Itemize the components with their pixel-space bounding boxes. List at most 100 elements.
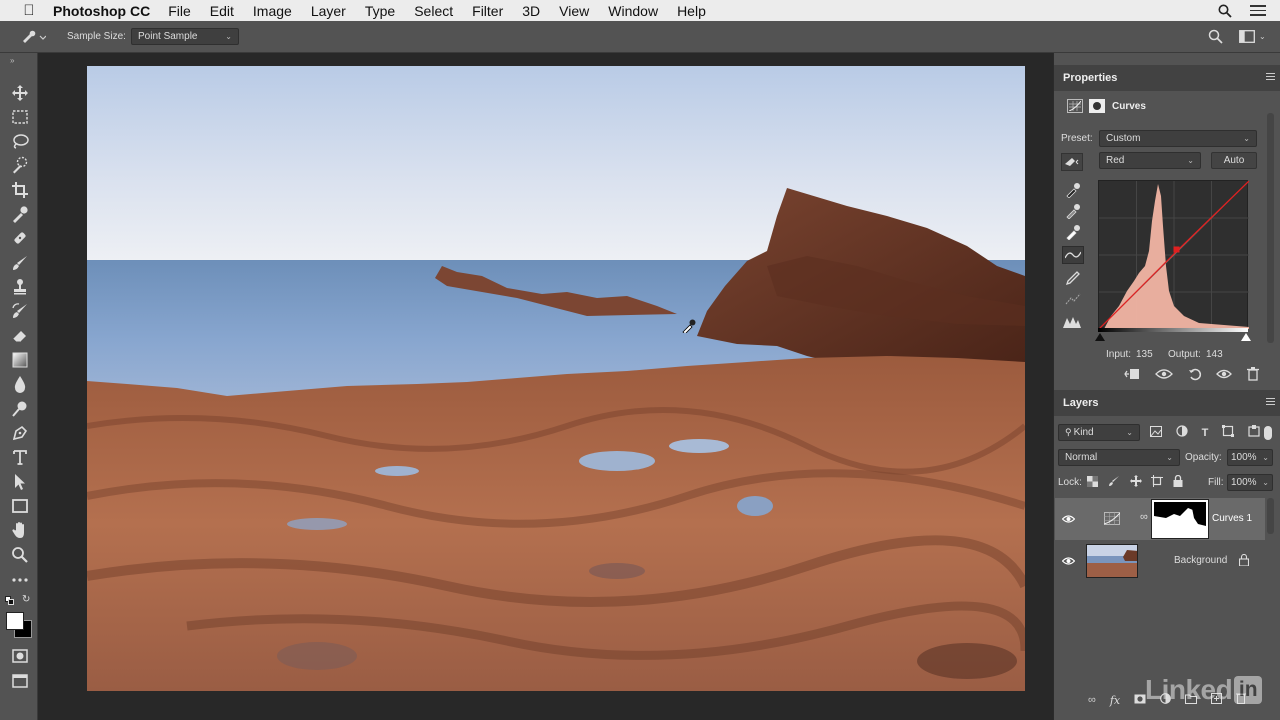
foreground-color-swatch[interactable] bbox=[6, 612, 24, 630]
layer-mask-icon[interactable] bbox=[1089, 99, 1105, 113]
dodge-tool-icon[interactable] bbox=[9, 398, 30, 419]
filter-adjustment-icon[interactable] bbox=[1176, 424, 1188, 442]
lock-transparent-pixels-icon[interactable] bbox=[1087, 474, 1098, 492]
sample-black-point-icon[interactable] bbox=[1065, 182, 1081, 203]
spotlight-search-icon[interactable] bbox=[1218, 4, 1234, 18]
pen-tool-icon[interactable] bbox=[9, 422, 30, 443]
layer-mask-thumbnail[interactable] bbox=[1151, 499, 1209, 539]
eraser-tool-icon[interactable] bbox=[9, 325, 30, 346]
toggle-visibility-icon[interactable] bbox=[1216, 367, 1233, 385]
black-point-slider[interactable] bbox=[1095, 333, 1105, 341]
sample-white-point-icon[interactable] bbox=[1065, 224, 1081, 245]
eyedropper-tool-preset-icon[interactable] bbox=[20, 29, 46, 45]
app-menu[interactable]: Photoshop CC bbox=[53, 3, 150, 19]
auto-button[interactable]: Auto bbox=[1211, 152, 1257, 169]
layers-scrollbar[interactable] bbox=[1267, 498, 1274, 534]
delete-icon[interactable] bbox=[1247, 366, 1259, 386]
eyedropper-tool-icon[interactable] bbox=[9, 203, 30, 224]
healing-brush-tool-icon[interactable] bbox=[9, 227, 30, 248]
quick-selection-tool-icon[interactable] bbox=[9, 154, 30, 175]
move-tool-icon[interactable] bbox=[9, 82, 30, 103]
menu-3d[interactable]: 3D bbox=[522, 3, 540, 19]
opacity-input[interactable]: 100% ⌄ bbox=[1227, 449, 1273, 466]
default-colors-icon[interactable] bbox=[5, 596, 15, 606]
view-previous-icon[interactable] bbox=[1154, 367, 1173, 385]
more-tools-icon[interactable] bbox=[9, 569, 30, 590]
menu-edit[interactable]: Edit bbox=[210, 3, 234, 19]
menu-type[interactable]: Type bbox=[365, 3, 395, 19]
menu-help[interactable]: Help bbox=[677, 3, 706, 19]
search-icon[interactable] bbox=[1208, 29, 1223, 44]
input-value[interactable]: 135 bbox=[1136, 349, 1153, 360]
collapse-toolbar-icon[interactable]: » bbox=[10, 56, 14, 65]
link-layers-icon[interactable]: ∞ bbox=[1088, 694, 1096, 706]
layer-row-background[interactable]: Background bbox=[1055, 540, 1265, 582]
rectangle-tool-icon[interactable] bbox=[9, 495, 30, 516]
targeted-adjustment-icon[interactable] bbox=[1061, 153, 1083, 171]
layer-row-curves[interactable]: ∞ Curves 1 bbox=[1055, 498, 1265, 540]
lock-all-icon[interactable] bbox=[1173, 474, 1183, 492]
channel-select[interactable]: Red ⌄ bbox=[1099, 152, 1201, 169]
quick-mask-icon[interactable] bbox=[9, 645, 30, 666]
lasso-tool-icon[interactable] bbox=[9, 130, 30, 151]
layers-tab[interactable]: Layers bbox=[1063, 397, 1098, 409]
crop-tool-icon[interactable] bbox=[9, 179, 30, 200]
smooth-curve-icon[interactable] bbox=[1065, 292, 1081, 311]
menu-window[interactable]: Window bbox=[608, 3, 658, 19]
workspace-switcher-icon[interactable]: ⌄ bbox=[1239, 30, 1266, 43]
reset-icon[interactable] bbox=[1188, 367, 1202, 386]
screen-mode-icon[interactable] bbox=[9, 670, 30, 691]
filter-toggle-icon[interactable] bbox=[1264, 426, 1272, 440]
hand-tool-icon[interactable] bbox=[9, 519, 30, 540]
document-image[interactable] bbox=[87, 66, 1025, 691]
apple-icon[interactable]:  bbox=[20, 2, 38, 19]
notification-center-icon[interactable] bbox=[1250, 5, 1268, 16]
filter-pixel-icon[interactable] bbox=[1150, 424, 1162, 442]
menu-layer[interactable]: Layer bbox=[311, 3, 346, 19]
filter-smart-object-icon[interactable] bbox=[1248, 424, 1260, 442]
type-tool-icon[interactable] bbox=[9, 446, 30, 467]
blend-mode-select[interactable]: Normal ⌄ bbox=[1058, 449, 1180, 466]
sample-gray-point-icon[interactable] bbox=[1065, 203, 1081, 224]
brush-tool-icon[interactable] bbox=[9, 252, 30, 273]
lock-image-pixels-icon[interactable] bbox=[1108, 474, 1120, 492]
preset-label: Preset: bbox=[1061, 133, 1093, 144]
draw-curve-pencil-icon[interactable] bbox=[1065, 270, 1081, 291]
menu-file[interactable]: File bbox=[168, 3, 191, 19]
visibility-eye-icon[interactable] bbox=[1061, 556, 1076, 569]
menu-filter[interactable]: Filter bbox=[472, 3, 503, 19]
graph-side-scrollbar[interactable] bbox=[1267, 113, 1274, 343]
blur-tool-icon[interactable] bbox=[9, 373, 30, 394]
lock-position-icon[interactable] bbox=[1129, 474, 1142, 492]
layer-style-fx-icon[interactable]: fx bbox=[1110, 694, 1120, 707]
sample-size-select[interactable]: Point Sample ⌄ bbox=[131, 28, 239, 45]
menu-view[interactable]: View bbox=[559, 3, 589, 19]
menu-select[interactable]: Select bbox=[414, 3, 453, 19]
gradient-tool-icon[interactable] bbox=[9, 349, 30, 370]
visibility-eye-icon[interactable] bbox=[1061, 514, 1076, 527]
preset-select[interactable]: Custom ⌄ bbox=[1099, 130, 1257, 147]
menu-image[interactable]: Image bbox=[253, 3, 292, 19]
output-value[interactable]: 143 bbox=[1206, 349, 1223, 360]
path-selection-tool-icon[interactable] bbox=[9, 471, 30, 492]
curves-adjustment-icon[interactable] bbox=[1067, 99, 1083, 113]
lock-artboard-icon[interactable] bbox=[1151, 474, 1164, 492]
white-point-slider[interactable] bbox=[1241, 333, 1251, 341]
properties-tab[interactable]: Properties bbox=[1063, 72, 1117, 84]
layer-filter-select[interactable]: ⚲ Kind ⌄ bbox=[1058, 424, 1140, 441]
history-brush-tool-icon[interactable] bbox=[9, 300, 30, 321]
filter-shape-icon[interactable] bbox=[1222, 424, 1235, 442]
edit-points-curve-icon[interactable] bbox=[1062, 246, 1084, 264]
swap-colors-icon[interactable]: ↻ bbox=[22, 594, 30, 605]
fill-input[interactable]: 100% ⌄ bbox=[1227, 474, 1273, 491]
clone-stamp-tool-icon[interactable] bbox=[9, 276, 30, 297]
filter-type-icon[interactable]: T bbox=[1202, 427, 1209, 439]
clipping-warning-icon[interactable] bbox=[1062, 315, 1082, 334]
zoom-tool-icon[interactable] bbox=[9, 544, 30, 565]
panel-menu-icon[interactable] bbox=[1266, 398, 1275, 405]
clip-to-layer-icon[interactable] bbox=[1124, 367, 1140, 385]
curves-graph[interactable] bbox=[1098, 180, 1250, 330]
marquee-tool-icon[interactable] bbox=[9, 106, 30, 127]
panel-menu-icon[interactable] bbox=[1266, 73, 1275, 80]
mask-link-icon[interactable]: ∞ bbox=[1140, 511, 1148, 523]
